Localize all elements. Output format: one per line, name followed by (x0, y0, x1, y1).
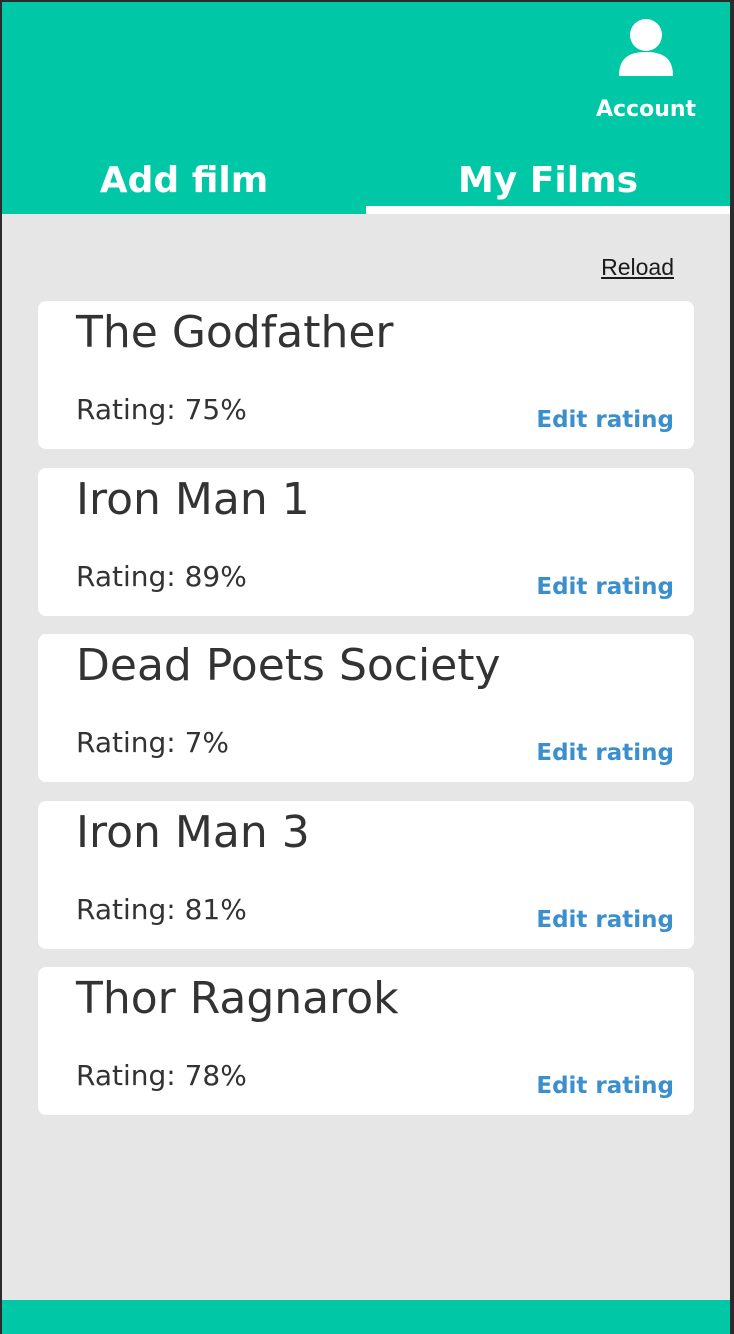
film-title: Thor Ragnarok (76, 973, 399, 1024)
edit-rating-button[interactable]: Edit rating (536, 407, 674, 433)
film-title: Iron Man 3 (76, 806, 310, 858)
tab-indicator (366, 206, 730, 214)
film-title: Iron Man 1 (76, 473, 310, 525)
film-rating: Rating: 81% (76, 892, 247, 926)
tab-add-film[interactable]: Add film (2, 152, 366, 214)
film-card: Iron Man 1 Rating: 89% Edit rating (38, 467, 694, 616)
film-rating: Rating: 89% (76, 559, 247, 593)
film-list: The Godfather Rating: 75% Edit rating Ir… (38, 301, 694, 1134)
film-card: Iron Man 3 Rating: 81% Edit rating (38, 800, 694, 949)
bottom-bar (2, 1300, 730, 1334)
account-button[interactable]: Account (595, 18, 697, 128)
app-header: Account Add film My Films (2, 2, 730, 214)
reload-link[interactable]: Reload (601, 254, 674, 281)
edit-rating-button[interactable]: Edit rating (536, 574, 674, 600)
user-icon (617, 18, 675, 81)
tab-my-films[interactable]: My Films (366, 152, 730, 214)
tab-label: Add film (99, 160, 269, 201)
app-screen: Account Add film My Films Reload The God… (2, 2, 730, 1334)
film-card: Dead Poets Society Rating: 7% Edit ratin… (38, 634, 694, 782)
film-rating: Rating: 75% (76, 393, 247, 426)
edit-rating-button[interactable]: Edit rating (536, 907, 674, 933)
film-title: The Godfather (76, 307, 394, 358)
film-title: Dead Poets Society (76, 640, 501, 691)
tab-label: My Films (457, 160, 639, 201)
tab-bar: Add film My Films (2, 152, 730, 214)
film-card: Thor Ragnarok Rating: 78% Edit rating (38, 967, 694, 1115)
film-card: The Godfather Rating: 75% Edit rating (38, 301, 694, 449)
account-label: Account (595, 97, 697, 122)
edit-rating-button[interactable]: Edit rating (536, 740, 674, 766)
film-rating: Rating: 7% (76, 726, 230, 759)
edit-rating-button[interactable]: Edit rating (536, 1073, 674, 1099)
film-rating: Rating: 78% (76, 1059, 247, 1092)
